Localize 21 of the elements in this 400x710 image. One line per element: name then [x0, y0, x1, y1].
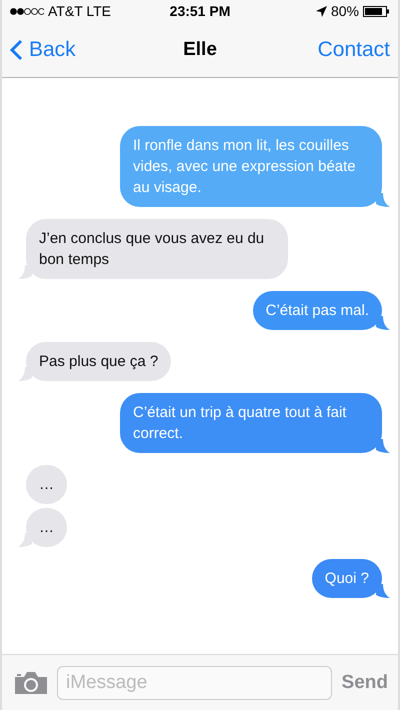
- location-icon: [316, 6, 327, 16]
- back-button[interactable]: Back: [10, 38, 184, 62]
- chevron-icon: [10, 38, 23, 60]
- received-message: …: [26, 508, 67, 547]
- camera-icon[interactable]: [15, 672, 47, 694]
- battery-icon: [363, 6, 390, 16]
- received-message: J’en conclus que vous avez eu du bon temps: [26, 219, 288, 279]
- sent-message: Quoi ?: [312, 559, 382, 598]
- sent-message: C’était pas mal.: [252, 291, 382, 330]
- received-message: …: [26, 465, 67, 504]
- status-time: 23:51 PM: [170, 3, 230, 19]
- battery-percent: 80%: [330, 3, 360, 19]
- signal-icon: [10, 8, 44, 14]
- conversation-title: Elle: [183, 38, 217, 60]
- received-message: Pas plus que ça ?: [26, 342, 172, 381]
- sent-message: C’était un trip à quatre tout à fait correct.: [120, 393, 382, 453]
- send-button[interactable]: Send: [342, 672, 388, 694]
- contact-button[interactable]: Contact: [318, 38, 390, 62]
- sent-message: Il ronfle dans mon lit, les couilles vides, avec une expression béate au visage.: [120, 126, 382, 207]
- message-input[interactable]: iMessage: [57, 666, 332, 700]
- carrier-label: AT&T LTE: [48, 3, 112, 19]
